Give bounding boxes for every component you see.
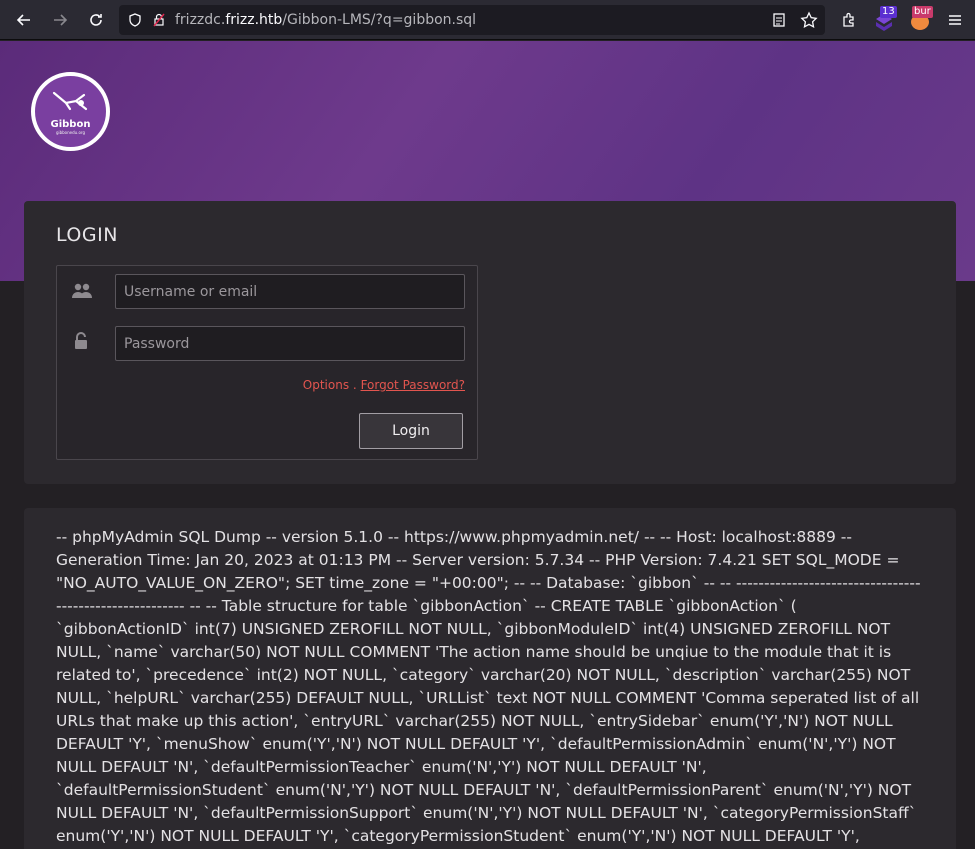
logo-name: Gibbon bbox=[50, 118, 91, 130]
login-title: LOGIN bbox=[56, 224, 118, 246]
extension-proxy-icon[interactable]: 13 bbox=[871, 6, 897, 34]
extension-badge-label: bur bbox=[912, 6, 933, 18]
url-bar[interactable]: frizzdc.frizz.htb/Gibbon-LMS/?q=gibbon.s… bbox=[119, 5, 825, 35]
forgot-password-link[interactable]: Forgot Password? bbox=[361, 378, 465, 392]
reader-view-icon[interactable] bbox=[771, 12, 787, 32]
options-link[interactable]: Options bbox=[303, 378, 349, 392]
username-input[interactable]: Username or email bbox=[115, 274, 465, 309]
logo-site: gibbonedu.org bbox=[55, 129, 86, 135]
extension-badge-count: 13 bbox=[880, 6, 897, 18]
sql-dump-panel: -- phpMyAdmin SQL Dump -- version 5.1.0 … bbox=[24, 508, 956, 849]
sql-dump-text: -- phpMyAdmin SQL Dump -- version 5.1.0 … bbox=[56, 528, 921, 845]
extensions-icon[interactable] bbox=[834, 5, 864, 35]
back-icon[interactable] bbox=[9, 5, 39, 35]
lock-icon bbox=[74, 332, 88, 354]
bookmark-star-icon[interactable] bbox=[800, 11, 818, 33]
shield-icon[interactable] bbox=[125, 13, 145, 27]
menu-icon[interactable] bbox=[940, 5, 970, 35]
extension-burp-icon[interactable]: bur bbox=[908, 6, 934, 34]
forward-icon[interactable] bbox=[45, 5, 75, 35]
login-links: Options . Forgot Password? bbox=[303, 378, 465, 392]
password-input[interactable]: Password bbox=[115, 326, 465, 361]
gibbon-logo[interactable]: Gibbon gibbonedu.org bbox=[31, 72, 110, 151]
gibbon-figure-icon bbox=[52, 91, 87, 110]
login-panel: LOGIN Username or email Password Options… bbox=[24, 201, 956, 484]
users-icon bbox=[71, 282, 93, 304]
login-form: Username or email Password Options . For… bbox=[56, 265, 478, 460]
browser-toolbar: frizzdc.frizz.htb/Gibbon-LMS/?q=gibbon.s… bbox=[0, 0, 975, 40]
reload-icon[interactable] bbox=[81, 5, 111, 35]
links-separator: . bbox=[352, 378, 357, 392]
login-button[interactable]: Login bbox=[359, 413, 463, 449]
insecure-lock-icon[interactable] bbox=[149, 13, 169, 27]
url-text: frizzdc.frizz.htb/Gibbon-LMS/?q=gibbon.s… bbox=[175, 12, 477, 28]
